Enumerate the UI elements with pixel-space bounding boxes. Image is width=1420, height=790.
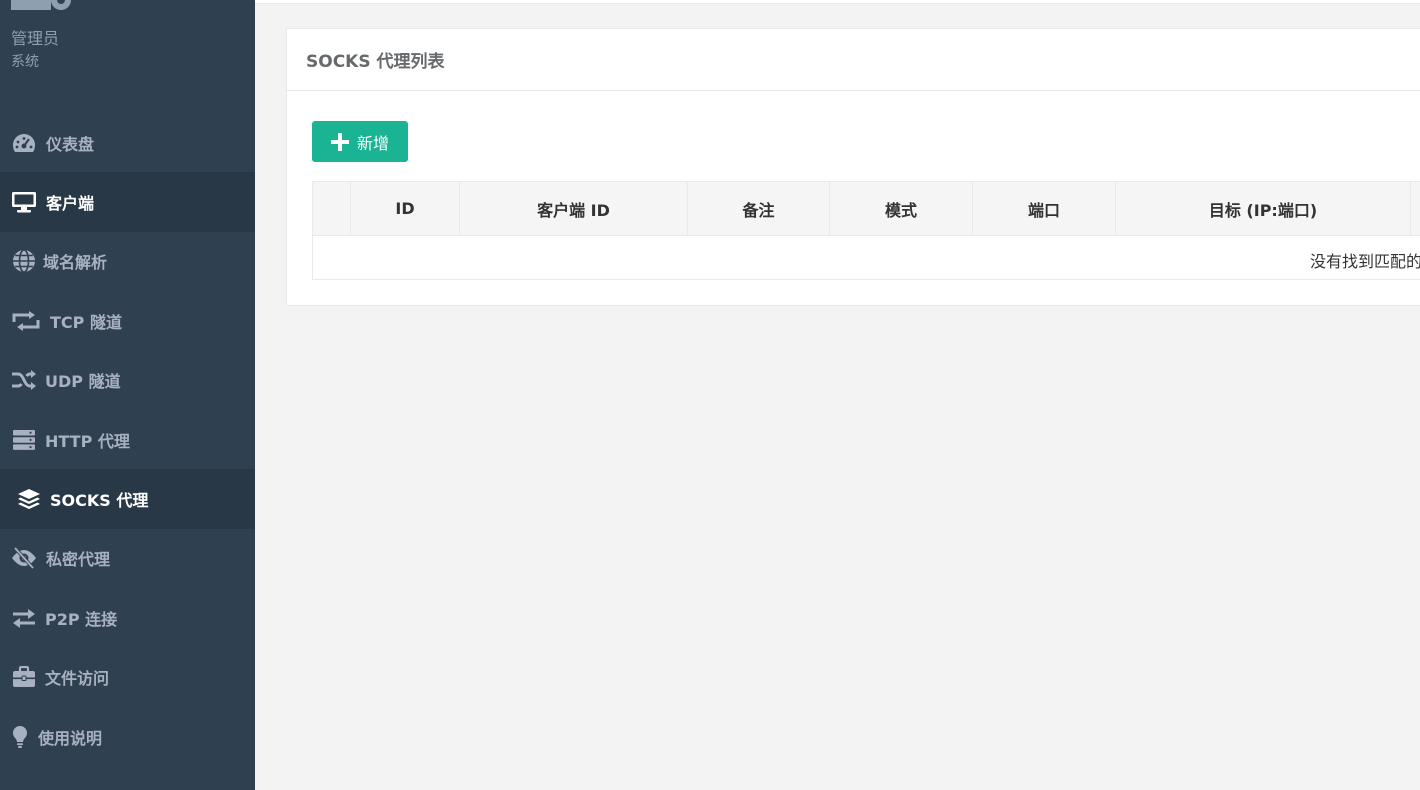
column-header-client-id[interactable]: 客户端 ID (460, 182, 688, 235)
select-all-header[interactable] (313, 182, 351, 235)
sidebar-item-label: 文件访问 (45, 669, 110, 689)
sidebar-item-label: UDP 隧道 (45, 372, 121, 392)
exchange-icon (11, 606, 37, 630)
column-header-id[interactable]: ID (351, 182, 460, 235)
globe-icon (11, 249, 37, 274)
random-icon (11, 368, 37, 392)
retweet-icon (11, 309, 41, 333)
sidebar-item-clients[interactable]: 客户端 (0, 172, 255, 232)
sidebar-item-dns[interactable]: 域名解析 (0, 232, 255, 291)
sidebar-item-secret-proxy[interactable]: 私密代理 (0, 529, 255, 588)
profile-role: 系统 (11, 54, 39, 70)
sidebar-item-udp[interactable]: UDP 隧道 (0, 351, 255, 410)
sidebar-item-label: 客户端 (46, 194, 95, 214)
sidebar-item-label: P2P 连接 (45, 609, 118, 629)
sidebar-item-help[interactable]: 使用说明 (0, 707, 255, 766)
profile: 管理员 系统 (11, 0, 211, 80)
sidebar-item-label: 仪表盘 (46, 134, 95, 154)
column-header-remark[interactable]: 备注 (688, 182, 830, 235)
table-header: ID 客户端 ID 备注 模式 端口 目标 (IP:端口) (313, 182, 1420, 236)
sidebar-item-socks[interactable]: SOCKS 代理 (0, 469, 255, 529)
sidebar-item-tcp[interactable]: TCP 隧道 (0, 291, 255, 350)
server-icon (11, 428, 37, 452)
sidebar-item-label: SOCKS 代理 (50, 491, 149, 511)
sidebar-item-label: TCP 隧道 (50, 312, 122, 332)
sidebar-item-dashboard[interactable]: 仪表盘 (0, 113, 255, 172)
lightbulb-icon (11, 725, 29, 749)
desktop-icon (11, 190, 37, 214)
sidebar-item-label: 域名解析 (43, 253, 108, 273)
plus-icon (330, 132, 349, 151)
column-header-port[interactable]: 端口 (973, 182, 1116, 235)
sidebar-item-http[interactable]: HTTP 代理 (0, 410, 255, 469)
eye-slash-icon (11, 546, 37, 570)
sidebar: 管理员 系统 仪表盘 客户端 域名解析 TCP 隧道 UDP 隧道 HTTP 代… (0, 0, 255, 790)
top-navbar (255, 0, 1420, 4)
column-header-target[interactable]: 目标 (IP:端口) (1116, 182, 1411, 235)
add-button-label: 新增 (356, 133, 389, 153)
dashboard-icon (11, 131, 37, 155)
layers-icon (16, 487, 42, 511)
table-empty-row: 没有找到匹配的 (313, 236, 1420, 279)
sidebar-item-label: HTTP 代理 (45, 431, 130, 451)
column-header-mode[interactable]: 模式 (830, 182, 973, 235)
profile-name[interactable]: 管理员 (11, 25, 59, 49)
sidebar-item-p2p[interactable]: P2P 连接 (0, 588, 255, 647)
sidebar-item-label: 私密代理 (46, 550, 111, 570)
socks-list-panel: SOCKS 代理列表 新增 ID 客户端 ID 备注 模式 端口 目标 (IP:… (286, 28, 1420, 306)
socks-table: ID 客户端 ID 备注 模式 端口 目标 (IP:端口) 没有找到匹配的 (312, 181, 1420, 280)
sidebar-item-file-access[interactable]: 文件访问 (0, 648, 255, 707)
briefcase-icon (11, 665, 37, 689)
panel-title: SOCKS 代理列表 (287, 29, 1420, 91)
column-header-actions (1411, 182, 1420, 235)
sidebar-nav: 仪表盘 客户端 域名解析 TCP 隧道 UDP 隧道 HTTP 代理 SOCKS… (0, 113, 255, 766)
empty-message: 没有找到匹配的 (1310, 252, 1420, 271)
sidebar-item-label: 使用说明 (38, 728, 103, 748)
add-button[interactable]: 新增 (312, 121, 408, 162)
user-gear-icon (11, 0, 71, 10)
